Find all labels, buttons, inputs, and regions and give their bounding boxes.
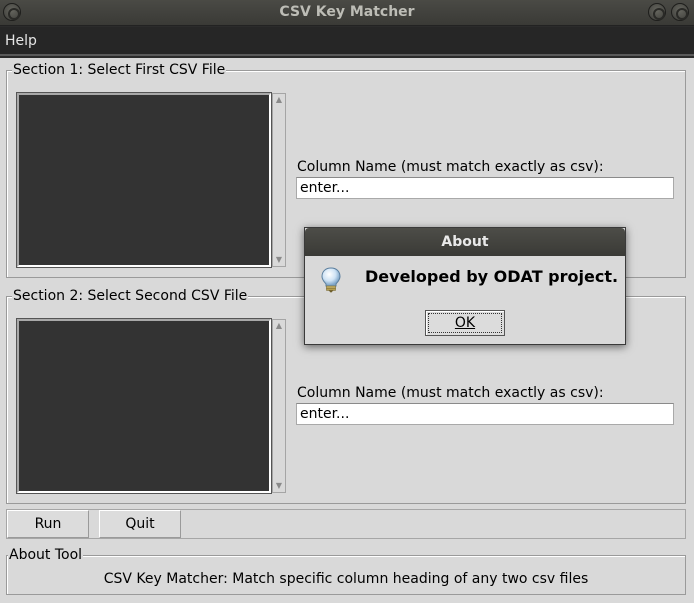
maximize-icon[interactable] [671, 3, 689, 21]
section-1-file-list[interactable] [16, 92, 272, 268]
button-bar: Run Quit [6, 509, 686, 539]
scroll-up-icon[interactable]: ▲ [274, 321, 284, 331]
section-2-scrollbar[interactable]: ▲ ▼ [272, 319, 286, 493]
section-2-column-input[interactable] [296, 403, 674, 425]
quit-button[interactable]: Quit [99, 510, 181, 538]
section-2-column-label: Column Name (must match exactly as csv): [297, 385, 604, 401]
about-tool-text: CSV Key Matcher: Match specific column h… [103, 571, 589, 587]
lightbulb-icon [321, 267, 341, 293]
section-1-title: Section 1: Select First CSV File [12, 62, 227, 78]
dialog-titlebar: About [305, 228, 625, 256]
window-titlebar: CSV Key Matcher [0, 0, 694, 26]
about-tool-group: About Tool CSV Key Matcher: Match specif… [6, 548, 686, 595]
menu-help[interactable]: Help [5, 33, 37, 49]
about-tool-title: About Tool [8, 547, 84, 563]
run-button[interactable]: Run [7, 510, 89, 538]
dialog-message: Developed by ODAT project. [365, 267, 619, 286]
section-1-column-input[interactable] [296, 177, 674, 199]
dialog-title: About [441, 234, 489, 250]
minimize-icon[interactable] [648, 3, 666, 21]
scroll-up-icon[interactable]: ▲ [274, 95, 284, 105]
section-1-scrollbar[interactable]: ▲ ▼ [272, 93, 286, 267]
ok-button-label: OK [454, 315, 476, 331]
window-title: CSV Key Matcher [279, 4, 415, 20]
section-2-file-list[interactable] [16, 318, 272, 494]
section-1-column-label: Column Name (must match exactly as csv): [297, 159, 604, 175]
ok-button[interactable]: OK [425, 310, 505, 336]
menubar: Help [0, 27, 694, 56]
scroll-down-icon[interactable]: ▼ [274, 481, 284, 491]
section-2-title: Section 2: Select Second CSV File [12, 288, 249, 304]
scroll-down-icon[interactable]: ▼ [274, 255, 284, 265]
about-dialog: About Developed by ODAT project. OK [304, 227, 626, 345]
